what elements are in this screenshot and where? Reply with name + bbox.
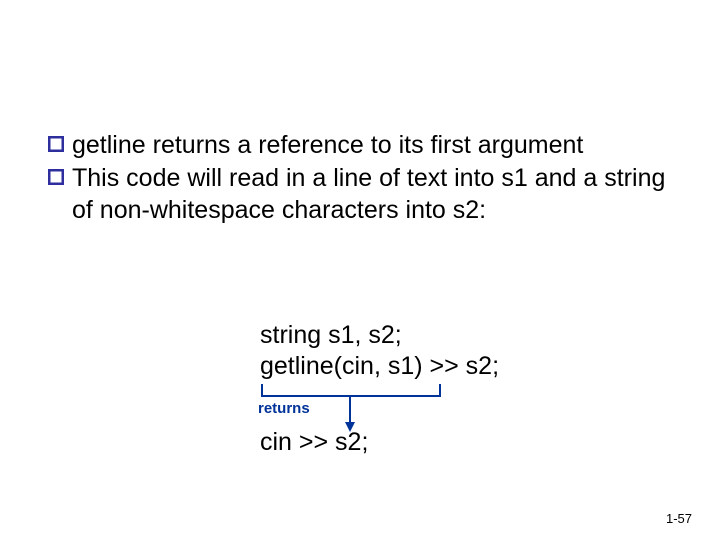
list-item: This code will read in a line of text in…: [48, 163, 672, 226]
annotation-label: returns: [258, 400, 310, 417]
bullet-square-icon: [48, 169, 66, 187]
code-line: string s1, s2;: [260, 320, 499, 351]
bullet-square-icon: [48, 136, 66, 154]
page-number: 1-57: [666, 511, 692, 526]
list-item: getline returns a reference to its first…: [48, 130, 672, 161]
slide: getline returns a reference to its first…: [0, 0, 720, 540]
bullet-text: This code will read in a line of text in…: [72, 163, 672, 226]
code-example: string s1, s2; getline(cin, s1) >> s2;: [260, 320, 499, 383]
bullet-text: getline returns a reference to its first…: [72, 130, 672, 161]
annotation-result: cin >> s2;: [260, 428, 368, 457]
code-line: getline(cin, s1) >> s2;: [260, 351, 499, 382]
bullet-list: getline returns a reference to its first…: [48, 130, 672, 228]
